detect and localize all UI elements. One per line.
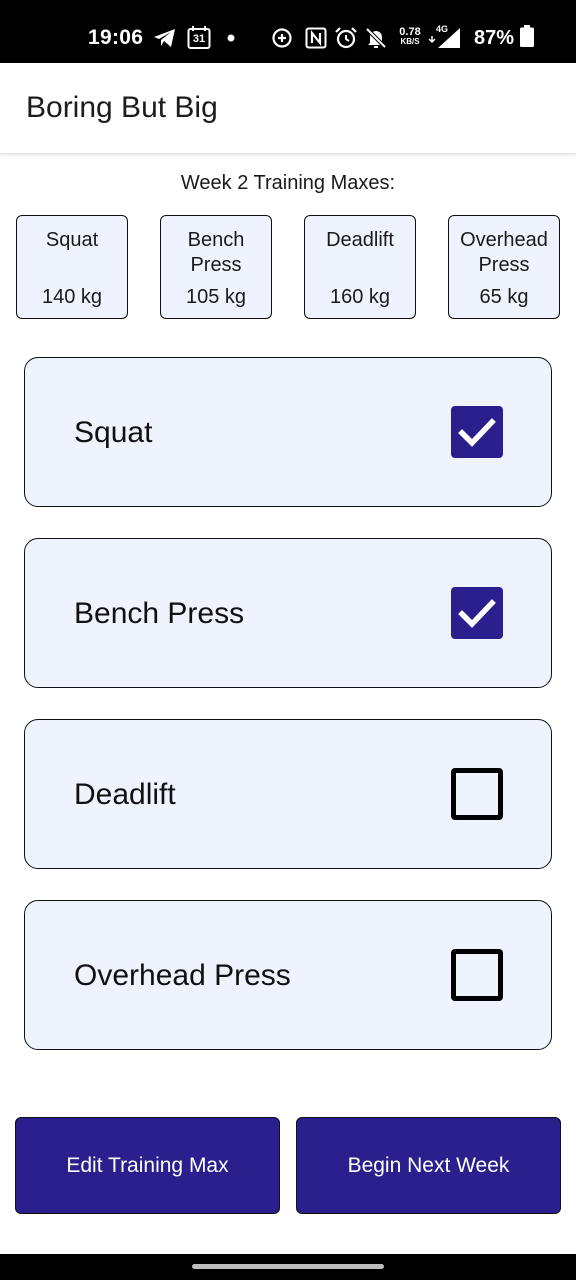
battery-indicator: 87% xyxy=(474,24,535,52)
battery-percent: 87% xyxy=(474,26,515,49)
training-max-name: Overhead Press xyxy=(460,229,548,276)
app-title: Boring But Big xyxy=(26,91,218,124)
checkmark-icon xyxy=(458,418,496,447)
mute-icon xyxy=(364,26,388,50)
training-max-name: Deadlift xyxy=(326,229,394,251)
training-maxes-heading: Week 2 Training Maxes: xyxy=(180,172,396,194)
battery-icon xyxy=(520,24,535,52)
network-type: 4G xyxy=(436,24,449,34)
exercise-label: Squat xyxy=(74,416,153,449)
data-saver-icon xyxy=(270,26,294,50)
exercise-label: Bench Press xyxy=(74,597,245,630)
status-time: 19:06 xyxy=(88,26,144,49)
training-max-card-squat: Squat 140 kg xyxy=(16,215,128,319)
telegram-icon xyxy=(152,26,178,50)
status-bar: 19:06 31 0.78 KB/S 4G 87% xyxy=(0,0,576,63)
navigation-bar xyxy=(0,1254,576,1280)
exercise-checkbox-squat[interactable] xyxy=(451,406,503,458)
net-speed-unit: KB/S xyxy=(400,37,420,46)
calendar-day: 31 xyxy=(192,33,206,45)
training-max-value: 140 kg xyxy=(41,286,103,308)
training-max-value: 105 kg xyxy=(185,286,247,308)
begin-next-week-button[interactable]: Begin Next Week xyxy=(296,1117,561,1214)
edit-training-max-button[interactable]: Edit Training Max xyxy=(15,1117,280,1214)
training-max-name: Bench Press xyxy=(187,229,245,276)
gesture-handle[interactable] xyxy=(192,1264,384,1269)
exercise-checkbox-deadlift[interactable] xyxy=(451,768,503,820)
checkmark-icon xyxy=(458,599,496,628)
exercise-checkbox-overhead-press[interactable] xyxy=(451,949,503,1001)
training-max-card-deadlift: Deadlift 160 kg xyxy=(304,215,416,319)
training-max-value: 65 kg xyxy=(479,286,529,308)
exercise-label: Overhead Press xyxy=(74,959,291,992)
dot-icon xyxy=(225,26,237,50)
exercise-row-squat[interactable]: Squat xyxy=(24,357,552,507)
nfc-icon xyxy=(304,26,328,50)
training-max-name: Squat xyxy=(45,229,99,251)
exercise-row-bench-press[interactable]: Bench Press xyxy=(24,538,552,688)
net-speed-value: 0.78 xyxy=(399,26,421,38)
exercise-row-deadlift[interactable]: Deadlift xyxy=(24,719,552,869)
exercise-checkbox-bench-press[interactable] xyxy=(451,587,503,639)
training-max-value: 160 kg xyxy=(329,286,391,308)
training-max-card-overhead-press: Overhead Press 65 kg xyxy=(448,215,560,319)
signal-icon: 4G xyxy=(428,24,462,50)
calendar-icon: 31 xyxy=(186,26,212,50)
exercise-row-overhead-press[interactable]: Overhead Press xyxy=(24,900,552,1050)
exercise-label: Deadlift xyxy=(74,778,176,811)
net-speed: 0.78 KB/S xyxy=(396,27,424,47)
app-bar: Boring But Big xyxy=(0,63,576,153)
alarm-icon xyxy=(334,26,358,50)
training-max-card-bench-press: Bench Press 105 kg xyxy=(160,215,272,319)
